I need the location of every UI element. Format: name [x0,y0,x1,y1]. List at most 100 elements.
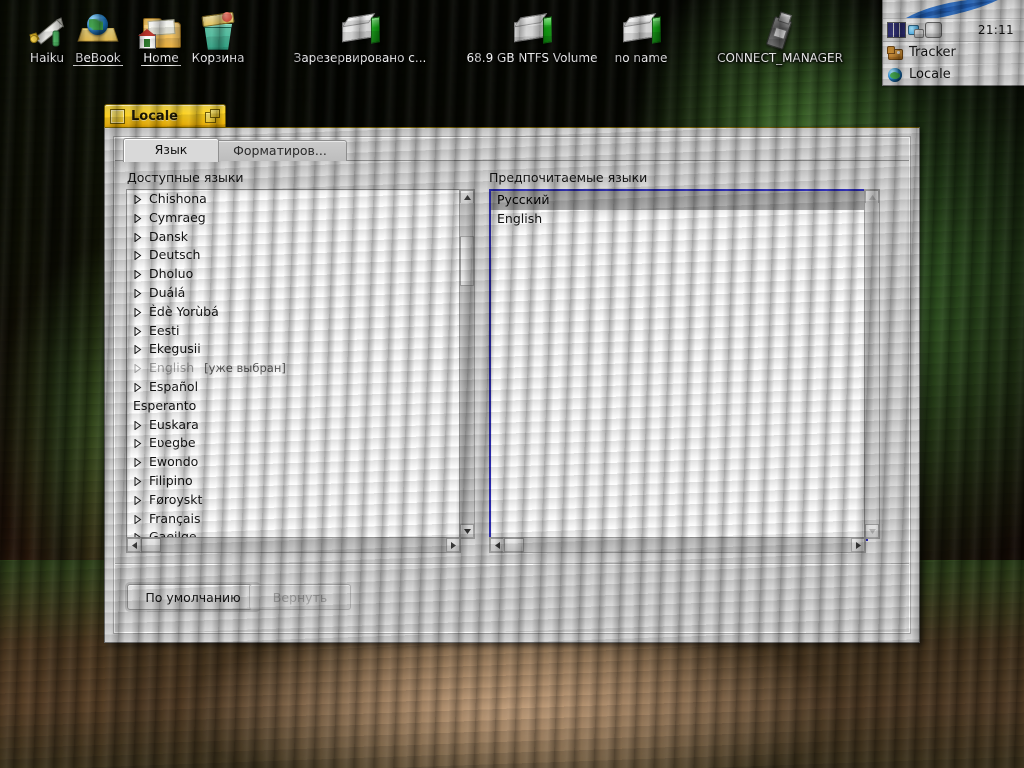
desktop-icon-trash[interactable]: Корзина [163,11,273,65]
scroll-left-arrow-icon[interactable] [490,538,504,552]
available-language-row[interactable]: Cymraeg [127,209,460,228]
deskbar-tray[interactable]: 21:11 [883,19,1024,42]
network-status-icon[interactable] [908,23,924,38]
available-language-label: Esperanto [133,397,197,413]
available-language-row[interactable]: Føroyskt [127,491,460,510]
available-list-vertical-scrollbar[interactable] [459,189,475,539]
available-languages-items[interactable]: Chishona Cymraeg Dansk Deutsch Dholuo Duálá Ѐd… [127,190,460,538]
expand-triangle-icon[interactable] [133,288,142,298]
expand-triangle-icon[interactable] [133,420,142,430]
available-language-row[interactable]: Ekegusii [127,340,460,359]
deskbar-app-tracker[interactable]: Tracker [883,42,1024,64]
available-language-label: Filipino [149,472,193,488]
scroll-left-arrow-icon[interactable] [127,538,141,552]
available-language-row[interactable]: Español [127,378,460,397]
preferred-language-row[interactable]: Русский [491,191,866,210]
desktop-icon-label: Корзина [191,51,245,65]
scroll-track[interactable] [503,538,852,552]
desktop-icon-connect-manager[interactable]: CONNECT_MANAGER [700,14,860,65]
deskbar-app-label: Locale [909,67,951,82]
close-box-icon[interactable] [110,109,125,124]
desktop-icon-reserved-volume[interactable]: Зарезервировано с... [280,14,440,65]
expand-triangle-icon[interactable] [133,345,142,355]
scroll-track[interactable] [140,538,447,552]
scroll-down-arrow-icon[interactable] [865,524,879,538]
scroll-right-arrow-icon[interactable] [446,538,460,552]
defaults-button[interactable]: По умолчанию [127,584,259,610]
expand-triangle-icon[interactable] [133,270,142,280]
preferred-languages-label: Предпочитаемые языки [489,170,648,185]
available-language-row[interactable]: Eesti [127,322,460,341]
scroll-down-arrow-icon[interactable] [460,524,474,538]
power-status-icon[interactable] [925,22,942,38]
expand-triangle-icon[interactable] [133,364,142,374]
deskbar[interactable]: 21:11 Tracker Locale [882,0,1024,86]
preferred-language-label: English [497,210,543,226]
available-languages-list[interactable]: Chishona Cymraeg Dansk Deutsch Dholuo Duálá Ѐd… [126,189,461,539]
zoom-box-icon[interactable] [205,109,220,123]
available-language-row[interactable]: Ѐdè Yorùbá [127,303,460,322]
haiku-leaf-logo [906,0,998,18]
expand-triangle-icon[interactable] [133,495,142,505]
expand-triangle-icon[interactable] [133,213,142,223]
deskbar-app-locale[interactable]: Locale [883,64,1024,85]
preferred-languages-list[interactable]: Русский English [489,189,868,541]
desktop-icon-label: CONNECT_MANAGER [717,51,843,65]
deskbar-logo[interactable] [883,0,1024,19]
available-language-row[interactable]: English [уже выбран] [127,359,460,378]
available-language-row[interactable]: Français [127,510,460,529]
available-language-row[interactable]: Duálá [127,284,460,303]
expand-triangle-icon[interactable] [133,326,142,336]
expand-triangle-icon[interactable] [133,195,142,204]
expand-triangle-icon[interactable] [133,476,142,486]
workspaces-icon[interactable] [887,22,906,38]
locale-window[interactable]: Locale Язык Форматиров... Доступные язык… [104,104,920,643]
expand-triangle-icon[interactable] [133,251,142,261]
scroll-right-arrow-icon[interactable] [851,538,865,552]
available-language-row[interactable]: Euskara [127,416,460,435]
available-language-row[interactable]: Ewondo [127,453,460,472]
deskbar-clock[interactable]: 21:11 [978,23,1020,37]
scroll-thumb[interactable] [504,538,524,552]
preferred-language-row[interactable]: English [491,210,866,229]
scroll-thumb[interactable] [141,538,161,552]
available-language-label: Deutsch [149,247,201,263]
preferred-languages-items[interactable]: Русский English [491,191,866,539]
window-titlebar[interactable]: Locale [104,104,226,127]
tab-formatting[interactable]: Форматиров... [213,140,347,161]
available-language-label: Eʋegbe [149,435,196,451]
desktop-icon-no-name-volume[interactable]: no name [586,14,696,65]
tab-language[interactable]: Язык [123,138,219,162]
available-list-horizontal-scrollbar[interactable] [126,537,461,553]
locale-panel: Язык Форматиров... Доступные языки Предп… [114,137,910,633]
expand-triangle-icon[interactable] [133,232,142,242]
expand-triangle-icon[interactable] [133,458,142,468]
desktop[interactable]: Haiku BeBook Home Корзина Зарезервирован… [0,0,1024,768]
expand-triangle-icon[interactable] [133,382,142,392]
available-language-row[interactable]: Filipino [127,472,460,491]
scroll-up-arrow-icon[interactable] [865,190,879,204]
locale-globe-icon [887,67,903,83]
preferred-list-vertical-scrollbar[interactable] [864,189,880,539]
preferred-list-horizontal-scrollbar[interactable] [489,537,866,553]
available-language-row[interactable]: Esperanto [127,397,460,416]
scroll-thumb[interactable] [460,236,474,286]
scroll-track[interactable] [865,203,879,525]
expand-triangle-icon[interactable] [133,514,142,524]
available-language-row[interactable]: Dansk [127,228,460,247]
panel-separator [115,563,909,564]
desktop-icon-label: Зарезервировано с... [293,51,427,65]
available-language-label: Ekegusii [149,341,201,357]
revert-button: Вернуть [249,584,351,610]
available-language-row[interactable]: Dholuo [127,265,460,284]
scroll-up-arrow-icon[interactable] [460,190,474,204]
drive-icon [336,14,384,50]
desktop-icon-label: no name [614,51,668,65]
available-language-label: English [149,360,195,376]
expand-triangle-icon[interactable] [133,307,142,317]
available-language-row[interactable]: Deutsch [127,246,460,265]
available-language-row[interactable]: Chishona [127,190,460,209]
available-language-row[interactable]: Eʋegbe [127,434,460,453]
available-language-note: [уже выбран] [204,361,286,376]
expand-triangle-icon[interactable] [133,439,142,449]
